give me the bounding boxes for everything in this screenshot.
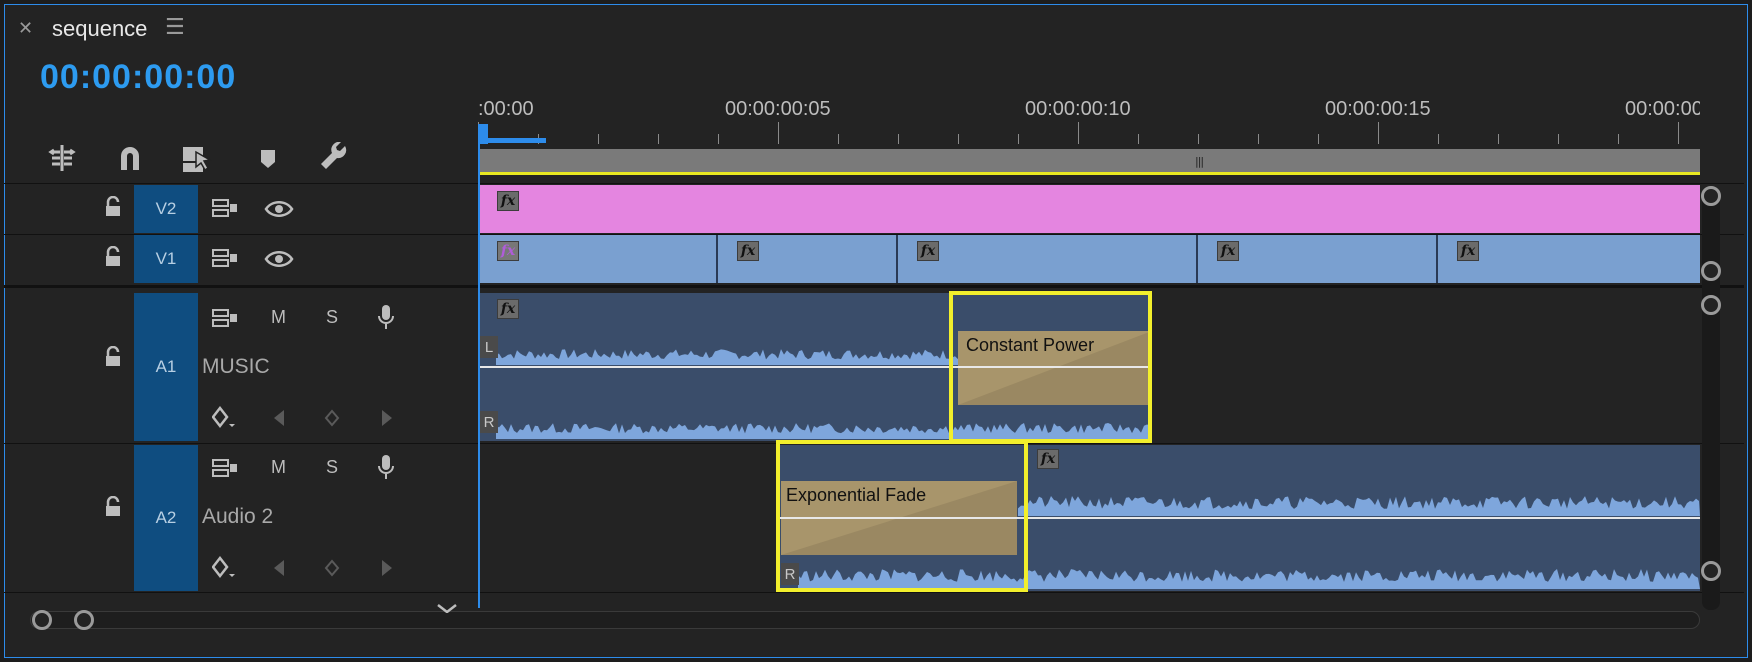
highlight-box [776, 440, 1028, 592]
mute-button[interactable]: M [271, 457, 286, 478]
scroll-handle-bottom[interactable] [1701, 561, 1721, 581]
sync-lock-icon[interactable] [212, 248, 238, 273]
clip-v2[interactable] [478, 185, 1700, 233]
solo-button[interactable]: S [326, 307, 338, 328]
ruler-tick [1078, 122, 1079, 144]
magnet-snap-icon[interactable] [114, 142, 154, 182]
zoom-handle-left[interactable] [32, 610, 52, 630]
next-keyframe-icon[interactable] [380, 408, 394, 433]
ruler-label: 00:00:00:05 [725, 98, 831, 120]
vertical-scrollbar[interactable] [1702, 190, 1720, 610]
scroll-handle-bottom[interactable] [1701, 261, 1721, 281]
ruler-tick [718, 134, 719, 144]
ruler-tick [1558, 134, 1559, 144]
ruler-tick [1018, 134, 1019, 144]
ruler-label: :00:00 [478, 98, 534, 120]
eye-icon[interactable] [264, 200, 294, 223]
playhead-timecode[interactable]: 00:00:00:00 [40, 58, 236, 97]
track-divider [4, 592, 1744, 593]
track-target-v2[interactable]: V2 [134, 185, 198, 233]
lock-icon[interactable] [104, 195, 124, 218]
ruler-tick [1198, 134, 1199, 144]
sync-lock-icon[interactable] [212, 308, 238, 333]
sync-lock-icon[interactable] [212, 198, 238, 223]
zoom-handle-right[interactable] [74, 610, 94, 630]
ruler-tick [1438, 134, 1439, 144]
lock-icon[interactable] [104, 345, 124, 368]
wrench-icon[interactable] [318, 141, 358, 182]
track-name-a1[interactable]: MUSIC [202, 355, 270, 379]
work-area-grip-icon[interactable]: ||| [1195, 155, 1204, 168]
nest-insert-icon[interactable] [46, 142, 86, 182]
ruler-tick [1618, 134, 1619, 144]
fx-badge[interactable]: fx [1457, 241, 1479, 261]
clip-v1[interactable] [898, 235, 1198, 283]
add-keyframe-icon[interactable] [324, 559, 340, 582]
ruler-tick [1318, 134, 1319, 144]
ruler-tick [1258, 134, 1259, 144]
microphone-icon[interactable] [377, 303, 395, 336]
fx-badge[interactable]: fx [497, 241, 519, 261]
ruler-label: 00:00:00:15 [1325, 98, 1431, 120]
scroll-handle-top[interactable] [1701, 186, 1721, 206]
ruler-tick [1378, 122, 1379, 144]
add-keyframe-icon[interactable] [324, 409, 340, 432]
lock-icon[interactable] [104, 245, 124, 268]
ruler-tick [958, 134, 959, 144]
track-name-a2[interactable]: Audio 2 [202, 505, 273, 529]
add-marker-icon[interactable] [256, 142, 296, 182]
prev-keyframe-icon[interactable] [272, 558, 286, 583]
fx-badge[interactable]: fx [497, 299, 519, 319]
panel-title[interactable]: sequence [52, 16, 147, 42]
ruler-label: 00:00:00 [1625, 98, 1700, 120]
next-keyframe-icon[interactable] [380, 558, 394, 583]
fx-badge[interactable]: fx [1037, 449, 1059, 469]
channel-label-right: R [480, 411, 498, 433]
fx-badge[interactable]: fx [737, 241, 759, 261]
track-divider [4, 285, 1744, 288]
track-target-v1[interactable]: V1 [134, 235, 198, 283]
ruler-tick [598, 134, 599, 144]
ruler-tick [898, 134, 899, 144]
fx-badge[interactable]: fx [497, 191, 519, 211]
linked-selection-icon[interactable] [180, 142, 220, 182]
track-divider [4, 183, 1744, 184]
fx-badge[interactable]: fx [1217, 241, 1239, 261]
ruler-tick [838, 134, 839, 144]
close-icon[interactable]: ✕ [18, 18, 33, 39]
prev-keyframe-icon[interactable] [272, 408, 286, 433]
microphone-icon[interactable] [377, 453, 395, 486]
ruler-tick [1138, 134, 1139, 144]
mute-button[interactable]: M [271, 307, 286, 328]
fx-badge[interactable]: fx [917, 241, 939, 261]
hamburger-menu-icon[interactable]: ☰ [165, 15, 185, 40]
playhead-line[interactable] [478, 140, 480, 608]
playhead-range [484, 138, 546, 143]
solo-button[interactable]: S [326, 457, 338, 478]
time-ruler[interactable]: :00:00 00:00:00:05 00:00:00:10 00:00:00:… [478, 96, 1700, 146]
eye-icon[interactable] [264, 250, 294, 273]
ruler-tick [778, 122, 779, 144]
sync-lock-icon[interactable] [212, 458, 238, 483]
ruler-tick [1678, 122, 1679, 144]
channel-label-left: L [480, 336, 498, 358]
horizontal-scrollbar[interactable] [30, 611, 1700, 629]
resize-track-icon[interactable] [436, 598, 458, 614]
lock-icon[interactable] [104, 495, 124, 518]
ruler-tick [658, 134, 659, 144]
highlight-box [949, 291, 1152, 443]
track-target-a2[interactable]: A2 [134, 445, 198, 591]
work-area-bar[interactable] [478, 149, 1700, 175]
keyframe-icon[interactable] [211, 555, 238, 585]
keyframe-icon[interactable] [211, 405, 238, 435]
ruler-tick [1498, 134, 1499, 144]
ruler-label: 00:00:00:10 [1025, 98, 1131, 120]
scroll-handle-top[interactable] [1701, 295, 1721, 315]
track-target-a1[interactable]: A1 [134, 293, 198, 441]
